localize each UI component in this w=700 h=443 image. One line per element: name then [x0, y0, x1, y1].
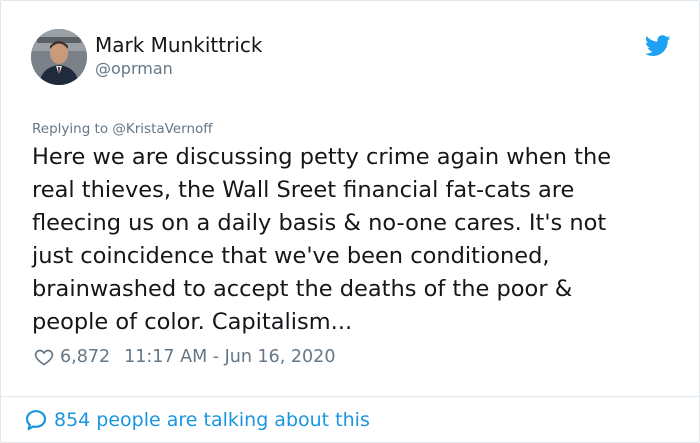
tweet-timestamp[interactable]: 11:17 AM - Jun 16, 2020	[124, 347, 335, 367]
user-info: Mark Munkittrick @oprman	[95, 32, 262, 80]
user-handle[interactable]: @oprman	[95, 58, 262, 80]
twitter-bird-icon[interactable]	[644, 35, 671, 57]
tweet-text-line: just coincidence that we've been conditi…	[32, 243, 550, 269]
tweet-meta: 6,872 11:17 AM - Jun 16, 2020	[34, 344, 335, 370]
conversation-text: 854 people are talking about this	[54, 409, 370, 431]
heart-icon[interactable]	[34, 347, 54, 367]
tweet-text: Here we are discussing petty crime again…	[32, 141, 672, 339]
tweet-header: Mark Munkittrick @oprman	[31, 29, 671, 89]
tweet-card: Mark Munkittrick @oprman Replying to @Kr…	[0, 0, 700, 443]
tweet-text-line: brainwashed to accept the deaths of the …	[32, 276, 573, 302]
replying-to[interactable]: Replying to @KristaVernoff	[32, 120, 213, 138]
tweet-text-line: Here we are discussing petty crime again…	[32, 144, 612, 170]
avatar-image	[31, 29, 87, 85]
display-name[interactable]: Mark Munkittrick	[95, 32, 262, 58]
speech-bubble-icon	[24, 408, 48, 432]
like-count[interactable]: 6,872	[60, 347, 110, 367]
avatar[interactable]	[31, 29, 87, 85]
tweet-text-line: real thieves, the Wall Sreet financial f…	[32, 177, 575, 203]
conversation-link[interactable]: 854 people are talking about this	[24, 406, 370, 434]
tweet-text-line: fleecing us on a daily basis & no-one ca…	[32, 210, 607, 236]
tweet-text-line: people of color. Capitalism...	[32, 309, 353, 335]
divider	[1, 396, 699, 397]
